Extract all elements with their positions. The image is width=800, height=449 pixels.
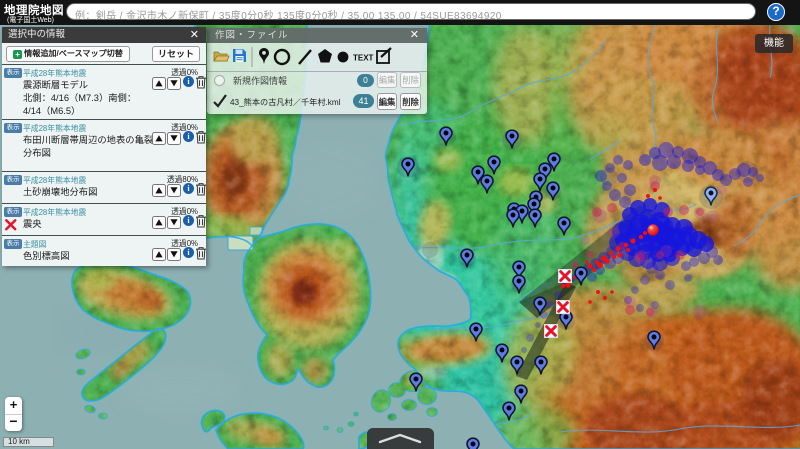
svg-text:TEXT: TEXT bbox=[353, 54, 374, 63]
